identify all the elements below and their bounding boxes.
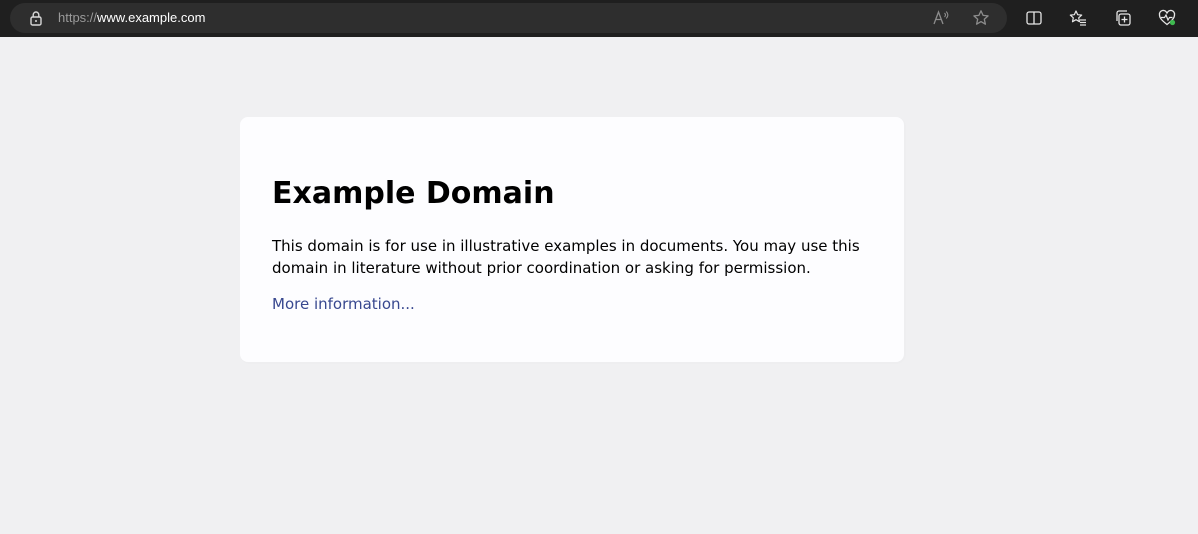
heart-pulse-icon[interactable] xyxy=(1158,9,1176,27)
split-screen-icon[interactable] xyxy=(1025,9,1043,27)
read-aloud-icon[interactable] xyxy=(932,9,950,27)
favorites-icon[interactable] xyxy=(1069,9,1087,27)
more-information-link[interactable]: More information... xyxy=(272,293,415,315)
page-title: Example Domain xyxy=(272,176,555,211)
star-icon[interactable] xyxy=(972,9,990,27)
url-scheme: https:// xyxy=(58,10,98,25)
content-card: Example Domain This domain is for use in… xyxy=(240,117,904,362)
browser-toolbar: https://www.example.com xyxy=(0,0,1198,37)
url-host: www.example.com xyxy=(97,10,206,25)
lock-icon[interactable] xyxy=(28,10,44,26)
address-bar[interactable]: https://www.example.com xyxy=(10,3,1007,33)
url-text[interactable]: https://www.example.com xyxy=(58,10,205,26)
page-description: This domain is for use in illustrative e… xyxy=(272,237,860,277)
collections-icon[interactable] xyxy=(1114,9,1132,27)
